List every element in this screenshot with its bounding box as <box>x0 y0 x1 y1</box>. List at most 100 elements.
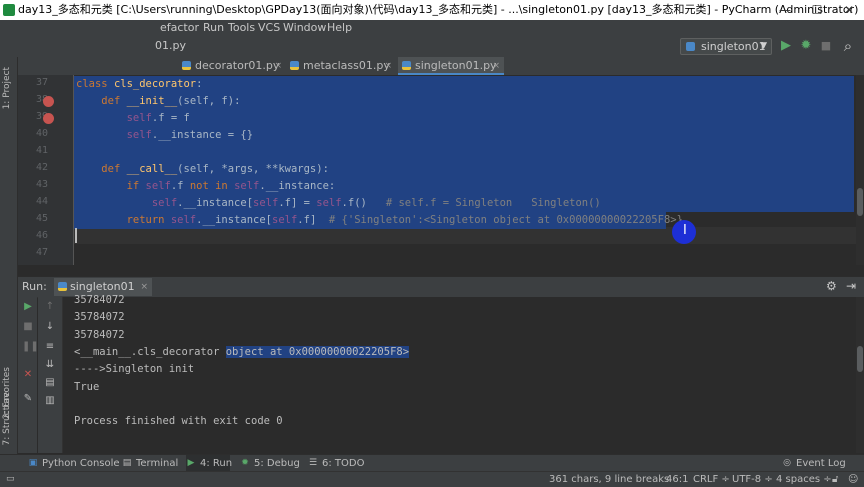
code-token: .__instance = {} <box>151 129 254 141</box>
code-line: def __init__(self, f): <box>76 95 240 107</box>
code-token: .__instance[ <box>196 214 272 226</box>
console-text: 35784072 <box>74 328 125 341</box>
code-token: self <box>316 197 342 209</box>
text-cursor-icon: I <box>683 223 687 238</box>
close-tab-icon[interactable]: × <box>274 57 282 75</box>
code-line: def __call__(self, *args, **kwargs): <box>76 163 329 175</box>
run-tab-label: singleton01 <box>70 280 135 293</box>
code-token: # self.f = Singleton Singleton() <box>385 197 601 209</box>
console-scrollbar[interactable] <box>856 297 864 453</box>
status-char-count: 361 chars, 9 line breaks <box>549 474 670 485</box>
code-token: (self, *args, **kwargs): <box>177 163 329 175</box>
console-text: <__main__.cls_decorator <box>74 345 226 358</box>
up-arrow-icon[interactable]: ↑ <box>44 301 56 313</box>
tab-label: singleton01.py <box>415 59 497 72</box>
chevron-down-icon: ▼ <box>760 41 767 51</box>
console-line: <__main__.cls_decorator object at 0x0000… <box>74 345 410 358</box>
status-encoding[interactable]: UTF-8 ÷ <box>732 472 773 487</box>
tab-singleton01[interactable]: singleton01.py × <box>398 57 504 75</box>
settings-icon[interactable]: ⚙ <box>826 279 837 293</box>
tab-decorator01[interactable]: decorator01.py × <box>178 57 286 75</box>
code-token: .f = f <box>151 112 190 124</box>
console-line: 35784072 <box>74 329 125 341</box>
tab-metaclass01[interactable]: metaclass01.py × <box>286 57 396 75</box>
code-token: self <box>234 180 260 192</box>
run-icon[interactable]: ▶ <box>778 38 794 54</box>
todo-icon: ☰ <box>308 458 318 468</box>
print-icon[interactable]: ▤ <box>44 377 56 389</box>
clear-all-icon[interactable]: ▥ <box>44 395 56 407</box>
stop-icon[interactable]: ■ <box>818 38 834 54</box>
soft-wrap-icon[interactable]: ≡ <box>44 341 56 353</box>
breakpoint-icon[interactable] <box>43 113 54 124</box>
editor-scrollbar[interactable] <box>856 75 864 265</box>
status-line-separator[interactable]: CRLF ÷ <box>693 472 730 487</box>
event-log-icon: ◎ <box>783 458 791 468</box>
tool-windows-icon[interactable]: ▭ <box>6 472 15 487</box>
debug-icon[interactable]: ✹ <box>798 38 814 54</box>
line-number: 45 <box>35 213 48 224</box>
title-bar: day13_多态和元类 [C:\Users\running\Desktop\GP… <box>0 0 864 20</box>
event-log-button[interactable]: ◎ Event Log <box>782 455 846 472</box>
tab-python-console[interactable]: ▣ Python Console <box>28 455 120 472</box>
menu-tools[interactable]: Tools <box>228 20 255 35</box>
tab-run[interactable]: ▶ 4: Run <box>186 455 232 472</box>
tab-label: metaclass01.py <box>303 59 390 72</box>
tab-debug[interactable]: ✹ 5: Debug <box>240 455 300 472</box>
editor-scrollbar-thumb[interactable] <box>857 188 863 216</box>
run-config-select[interactable]: singleton01 ▼ <box>680 38 772 55</box>
window-title: day13_多态和元类 [C:\Users\running\Desktop\GP… <box>18 3 859 16</box>
close-button[interactable]: ✕ <box>834 0 864 20</box>
code-line: self.__instance = {} <box>76 129 253 141</box>
code-token: self <box>126 129 152 141</box>
python-file-icon <box>290 61 299 70</box>
close-tab-icon[interactable]: × <box>140 278 148 296</box>
tab-label: decorator01.py <box>195 59 280 72</box>
project-tool-tab[interactable]: 1: Project <box>2 67 12 109</box>
status-cursor-position[interactable]: 46:1 <box>666 472 688 487</box>
rerun-icon[interactable]: ▶ <box>22 301 34 313</box>
breakpoint-icon[interactable] <box>43 96 54 107</box>
minimize-button[interactable]: — <box>770 0 800 20</box>
menu-refactor[interactable]: efactor <box>160 20 199 35</box>
menu-run[interactable]: Run <box>203 20 224 35</box>
run-panel-header: Run: singleton01 × ⚙ ⇥ <box>18 276 864 298</box>
close-tab-icon[interactable]: × <box>492 57 500 75</box>
code-token: self <box>272 214 298 226</box>
tab-terminal[interactable]: ▤ Terminal <box>122 455 179 472</box>
run-config-label: singleton01 <box>701 40 766 53</box>
code-token: __init__ <box>126 95 178 107</box>
editor-tabs: decorator01.py × metaclass01.py × single… <box>18 57 864 76</box>
code-token: self <box>145 180 171 192</box>
breadcrumb[interactable]: 01.py <box>155 39 186 52</box>
run-toolbar-left: ▶ ■ ❚❚ ✕ ✎ <box>18 297 39 453</box>
event-log-label: Event Log <box>796 458 846 469</box>
lock-icon[interactable]: 🔓︎ <box>832 472 838 487</box>
menu-help[interactable]: Help <box>327 20 352 35</box>
inspector-icon[interactable]: ☺ <box>848 472 858 487</box>
code-token: self <box>170 214 197 226</box>
stop-icon[interactable]: ■ <box>22 321 34 333</box>
close-tab-icon[interactable]: × <box>384 57 392 75</box>
menu-window[interactable]: Window <box>283 20 326 35</box>
code-token: class <box>76 78 114 90</box>
maximize-button[interactable]: ☐ <box>802 0 832 20</box>
hide-panel-icon[interactable]: ⇥ <box>846 279 856 293</box>
search-icon[interactable]: ⌕ <box>840 38 856 54</box>
code-line: self.__instance[self.f] = self.f() # sel… <box>76 197 601 209</box>
status-indent[interactable]: 4 spaces ÷ <box>776 472 832 487</box>
pin-icon[interactable]: ✎ <box>22 393 34 405</box>
pause-icon[interactable]: ❚❚ <box>22 341 39 353</box>
menu-vcs[interactable]: VCS <box>258 20 280 35</box>
line-number: 37 <box>35 77 48 88</box>
tool-tab-label: 5: Debug <box>254 458 300 469</box>
down-arrow-icon[interactable]: ↓ <box>44 321 56 333</box>
close-run-icon[interactable]: ✕ <box>22 369 34 381</box>
scroll-to-end-icon[interactable]: ⇊ <box>44 359 56 371</box>
structure-tool-tab[interactable]: 7: Structure <box>2 392 12 446</box>
tab-todo[interactable]: ☰ 6: TODO <box>308 455 365 472</box>
console-scrollbar-thumb[interactable] <box>857 346 863 372</box>
code-token: : <box>196 78 203 90</box>
